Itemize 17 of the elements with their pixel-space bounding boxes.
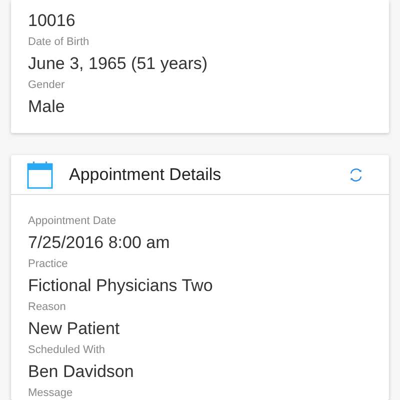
field-label: Reason <box>28 300 67 314</box>
field-value: Male <box>28 96 66 118</box>
field-value: 10016 <box>28 10 76 32</box>
refresh-icon[interactable] <box>348 166 364 182</box>
field-label: Appointment Date <box>28 214 118 228</box>
field-value: 7/25/2016 8:00 am <box>28 232 171 254</box>
field-value: June 3, 1965 (51 years) <box>28 53 209 75</box>
field-label: Scheduled With <box>28 343 106 357</box>
calendar-icon <box>27 160 53 188</box>
field-label: Message <box>28 386 74 400</box>
field-label: Gender <box>28 78 66 92</box>
card-title: Appointment Details <box>69 164 222 184</box>
field-label: Date of Birth <box>28 35 90 49</box>
field-value: Ben Davidson <box>28 361 135 383</box>
field-value: New Patient <box>28 318 121 340</box>
field-value: Fictional Physicians Two <box>28 275 214 297</box>
field-label: Practice <box>28 257 69 271</box>
